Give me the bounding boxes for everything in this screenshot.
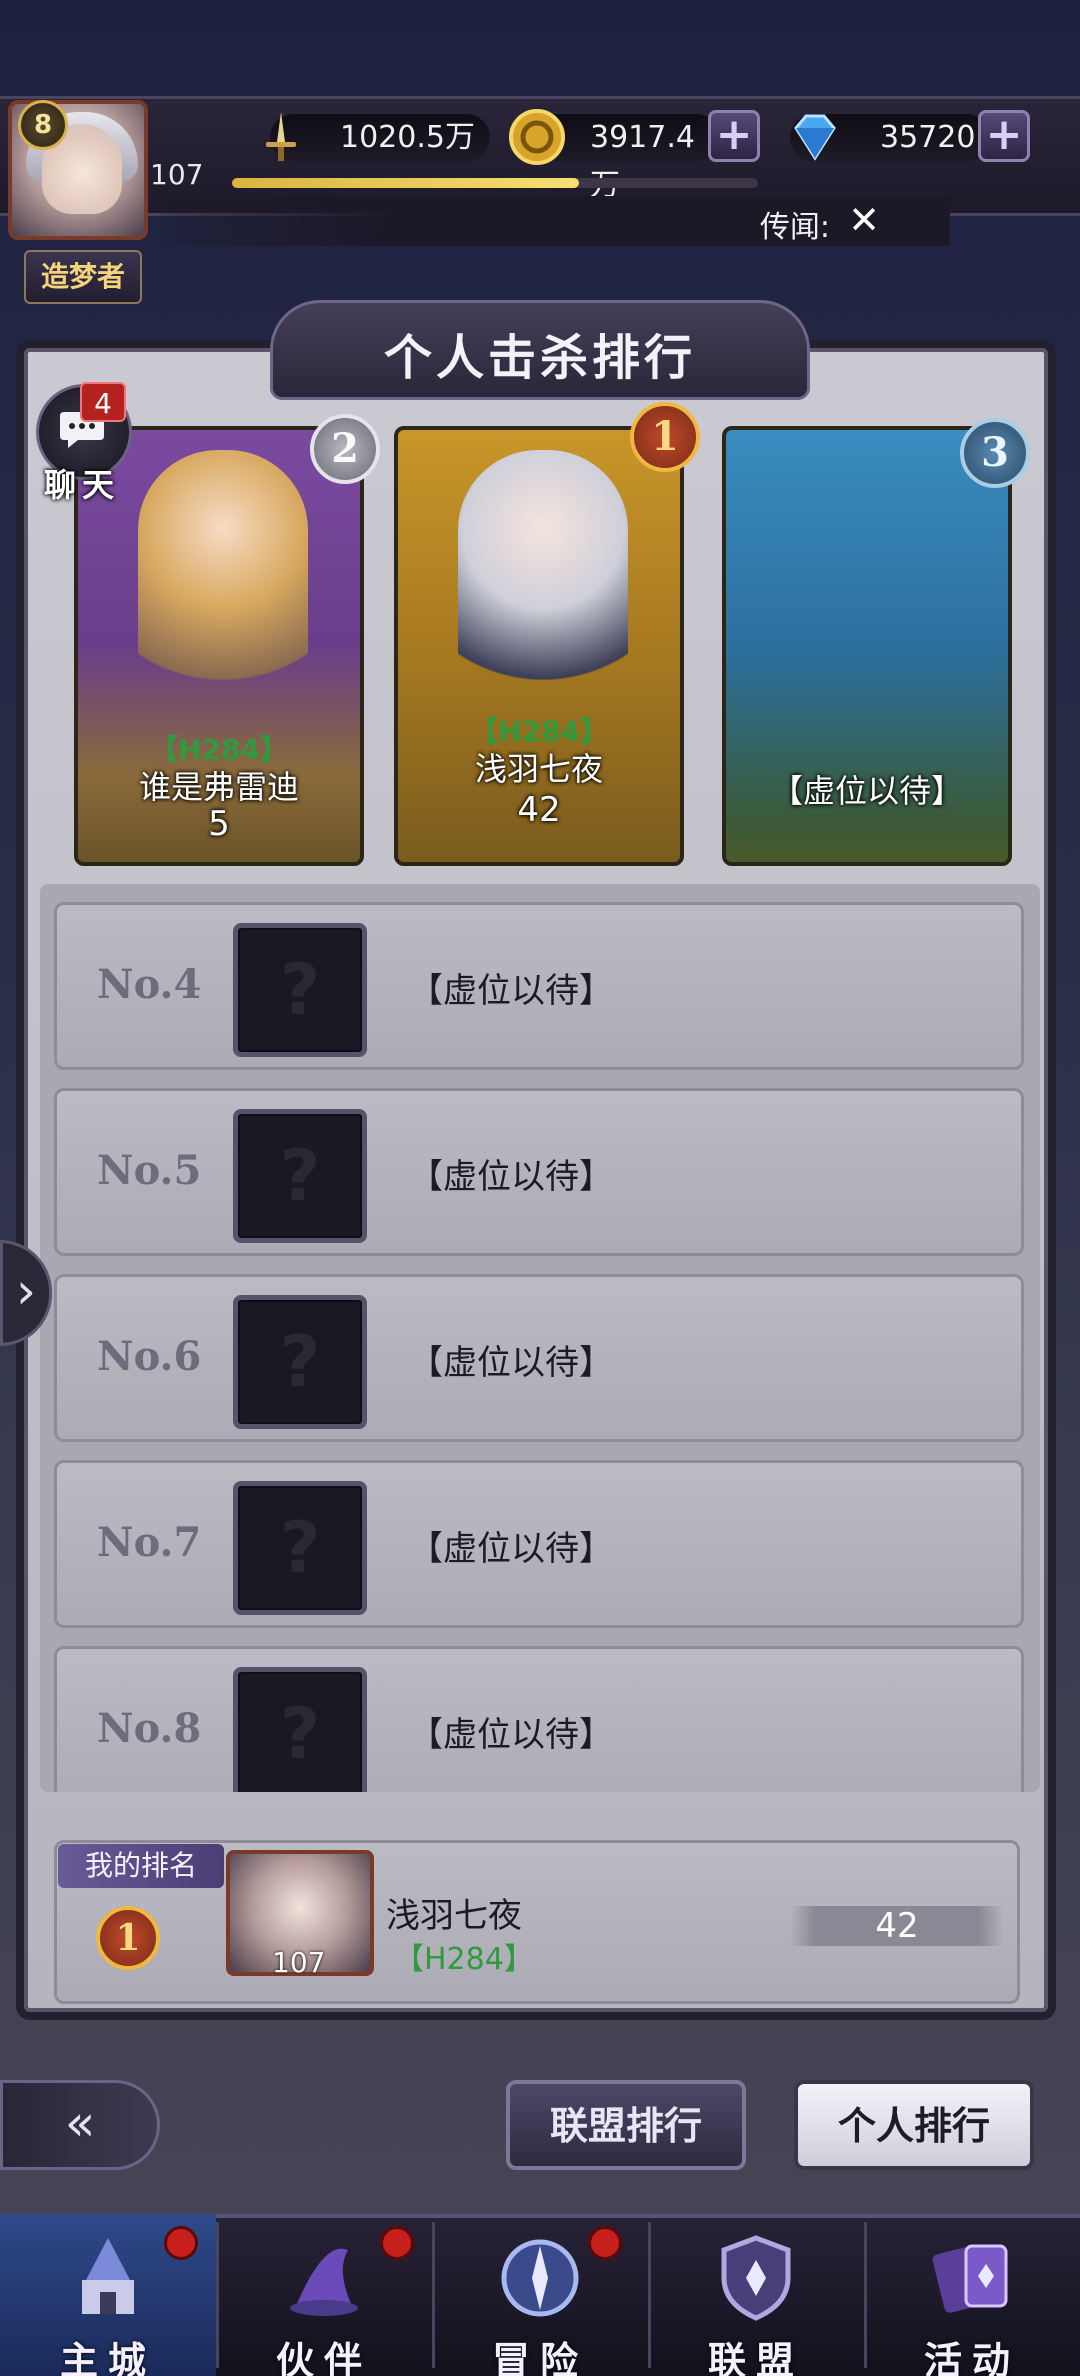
- shield-icon: [706, 2230, 806, 2326]
- tab-alliance-ranking[interactable]: 联盟排行: [506, 2080, 746, 2170]
- nav-label: 活动: [923, 2338, 1020, 2376]
- nav-divider: [432, 2222, 435, 2368]
- card-player-name: 浅羽七夜: [474, 750, 603, 788]
- diamond-value: 35720: [880, 120, 976, 155]
- crossed-swords-icon[interactable]: ✕: [848, 198, 880, 242]
- rank-number: No.8: [97, 1705, 202, 1752]
- my-rank-medal-icon: 1: [96, 1906, 160, 1970]
- rank-player-name: 【虚位以待】: [409, 971, 613, 1011]
- my-rank-label: 我的排名: [58, 1844, 224, 1888]
- medal-2-icon: 2: [310, 414, 380, 484]
- rank-player-name: 【虚位以待】: [409, 1715, 613, 1755]
- tab-personal-ranking[interactable]: 个人排行: [794, 2080, 1034, 2170]
- rank-player-name: 【虚位以待】: [409, 1529, 613, 1569]
- character-portrait: [138, 450, 308, 710]
- compass-icon: [490, 2230, 590, 2326]
- list-item[interactable]: No.4 ? 【虚位以待】: [54, 902, 1024, 1070]
- list-item[interactable]: No.6 ? 【虚位以待】: [54, 1274, 1024, 1442]
- nav-label: 冒险: [491, 2338, 588, 2376]
- medal-1-icon: 1: [630, 402, 700, 472]
- rumor-bar: 传闻: ✕: [160, 196, 950, 246]
- empty-avatar: ?: [233, 1667, 367, 1792]
- rank-player-name: 【虚位以待】: [409, 1343, 613, 1383]
- rank-number: No.5: [97, 1147, 202, 1194]
- combat-power-value: 1020.5万: [340, 120, 475, 155]
- question-mark-icon: ?: [279, 1693, 321, 1775]
- list-item[interactable]: No.5 ? 【虚位以待】: [54, 1088, 1024, 1256]
- rumor-label: 传闻:: [759, 210, 830, 245]
- player-avatar-level: 107: [150, 158, 204, 191]
- rank-card-1[interactable]: 【H284】 浅羽七夜 42: [394, 426, 684, 866]
- wizard-hat-icon: [274, 2230, 374, 2326]
- exp-progress-bar: [232, 178, 758, 188]
- nav-divider: [864, 2222, 867, 2368]
- page-title: 个人击杀排行: [383, 330, 696, 386]
- my-player-name: 浅羽七夜: [386, 1896, 522, 1936]
- rank-number: No.7: [97, 1519, 202, 1566]
- my-avatar-level: 107: [272, 1946, 326, 1979]
- nav-notification-dot: [380, 2226, 414, 2260]
- exp-progress-fill: [232, 178, 580, 188]
- sword-icon: [252, 108, 310, 166]
- list-item[interactable]: No.8 ? 【虚位以待】: [54, 1646, 1024, 1792]
- rank-number: No.4: [97, 961, 202, 1008]
- question-mark-icon: ?: [279, 1507, 321, 1589]
- diamond-icon: [786, 108, 844, 166]
- rank-card-3[interactable]: 【虚位以待】: [722, 426, 1012, 866]
- card-empty-label: 【虚位以待】: [770, 772, 963, 810]
- nav-divider: [216, 2222, 219, 2368]
- empty-avatar: ?: [233, 1109, 367, 1243]
- card-score: 42: [517, 790, 561, 830]
- gold-coin-icon: [508, 108, 566, 166]
- chat-unread-badge: 4: [80, 382, 126, 422]
- nav-label: 主城: [59, 2338, 156, 2376]
- empty-avatar: ?: [233, 1481, 367, 1615]
- cards-icon: [922, 2230, 1022, 2326]
- player-title-badge[interactable]: 造梦者: [24, 250, 142, 304]
- rank-number: No.6: [97, 1333, 202, 1380]
- ranking-list[interactable]: No.4 ? 【虚位以待】 No.5 ? 【虚位以待】 No.6 ? 【虚位以待…: [40, 884, 1040, 1792]
- nav-label: 联盟: [707, 2338, 804, 2376]
- castle-icon: [58, 2230, 158, 2326]
- character-portrait: [458, 450, 628, 710]
- my-server: 【H284】: [394, 1942, 534, 1977]
- nav-item-events[interactable]: 活动: [864, 2214, 1080, 2376]
- empty-avatar: ?: [233, 1295, 367, 1429]
- nav-divider: [648, 2222, 651, 2368]
- back-arrow-icon[interactable]: «: [0, 2080, 160, 2170]
- add-gold-button[interactable]: +: [708, 110, 760, 162]
- nav-label: 伙伴: [275, 2338, 372, 2376]
- question-mark-icon: ?: [279, 949, 321, 1031]
- player-level-badge: 8: [18, 100, 68, 150]
- nav-item-alliance[interactable]: 联盟: [648, 2214, 864, 2376]
- card-score: 5: [208, 804, 230, 844]
- card-player-name: 谁是弗雷迪: [138, 768, 299, 806]
- nav-notification-dot: [588, 2226, 622, 2260]
- nav-notification-dot: [164, 2226, 198, 2260]
- rank-player-name: 【虚位以待】: [409, 1157, 613, 1197]
- question-mark-icon: ?: [279, 1135, 321, 1217]
- my-score: 42: [790, 1906, 1004, 1946]
- empty-avatar: ?: [233, 923, 367, 1057]
- chat-label: 聊天: [44, 466, 121, 504]
- medal-3-icon: 3: [960, 418, 1030, 488]
- question-mark-icon: ?: [279, 1321, 321, 1403]
- list-item[interactable]: No.7 ? 【虚位以待】: [54, 1460, 1024, 1628]
- add-diamond-button[interactable]: +: [978, 110, 1030, 162]
